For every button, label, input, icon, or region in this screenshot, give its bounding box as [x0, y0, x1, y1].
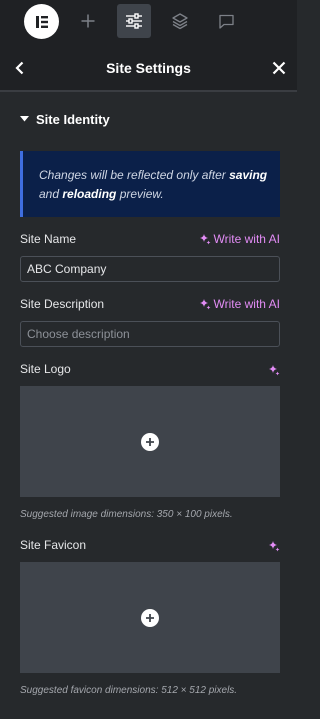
- site-name-input[interactable]: [20, 256, 280, 282]
- layers-icon: [172, 13, 188, 30]
- notice-text: Changes will be reflected only after: [39, 168, 230, 182]
- add-image-icon: [141, 608, 159, 627]
- section-toggle-site-identity[interactable]: Site Identity: [20, 111, 110, 127]
- notice-text: and: [39, 187, 63, 201]
- site-name-label: Site Name: [20, 232, 77, 246]
- site-name-write-with-ai-button[interactable]: Write with AI: [199, 232, 280, 246]
- site-logo-ai-button[interactable]: [268, 363, 280, 381]
- top-toolbar: [0, 0, 297, 44]
- site-favicon-ai-button[interactable]: [268, 539, 280, 557]
- site-logo-label: Site Logo: [20, 362, 71, 376]
- ai-sparkle-icon: [199, 299, 211, 310]
- site-description-input[interactable]: [20, 321, 280, 347]
- site-logo-hint: Suggested image dimensions: 350 × 100 pi…: [20, 509, 233, 520]
- comments-button[interactable]: [209, 4, 243, 38]
- site-favicon-label: Site Favicon: [20, 538, 87, 552]
- write-with-ai-label: Write with AI: [213, 297, 280, 311]
- add-element-button[interactable]: [71, 4, 105, 38]
- elementor-logo-icon[interactable]: [24, 4, 59, 39]
- sliders-icon: [126, 13, 142, 29]
- write-with-ai-label: Write with AI: [213, 232, 280, 246]
- comment-icon: [218, 14, 234, 29]
- notice-bold-saving: saving: [229, 168, 268, 182]
- plus-icon: [81, 14, 95, 28]
- notice-bold-reloading: reloading: [62, 187, 117, 201]
- site-favicon-hint: Suggested favicon dimensions: 512 × 512 …: [20, 685, 238, 696]
- section-title: Site Identity: [36, 111, 110, 127]
- site-favicon-upload[interactable]: [20, 562, 280, 673]
- info-notice: Changes will be reflected only after sav…: [20, 151, 280, 217]
- add-image-icon: [141, 432, 159, 451]
- site-logo-upload[interactable]: [20, 386, 280, 497]
- notice-text: preview.: [116, 187, 164, 201]
- ai-sparkle-icon: [199, 234, 211, 245]
- ai-sparkle-icon: [269, 541, 280, 552]
- ai-sparkle-icon: [269, 365, 280, 376]
- caret-down-icon: [20, 116, 29, 122]
- close-icon: [272, 61, 286, 75]
- page-title: Site Settings: [106, 60, 191, 76]
- close-button[interactable]: [269, 58, 289, 78]
- site-settings-button[interactable]: [117, 4, 151, 38]
- site-description-write-with-ai-button[interactable]: Write with AI: [199, 297, 280, 311]
- panel-header: Site Settings: [0, 44, 297, 92]
- site-description-label: Site Description: [20, 297, 105, 311]
- layers-button[interactable]: [163, 4, 197, 38]
